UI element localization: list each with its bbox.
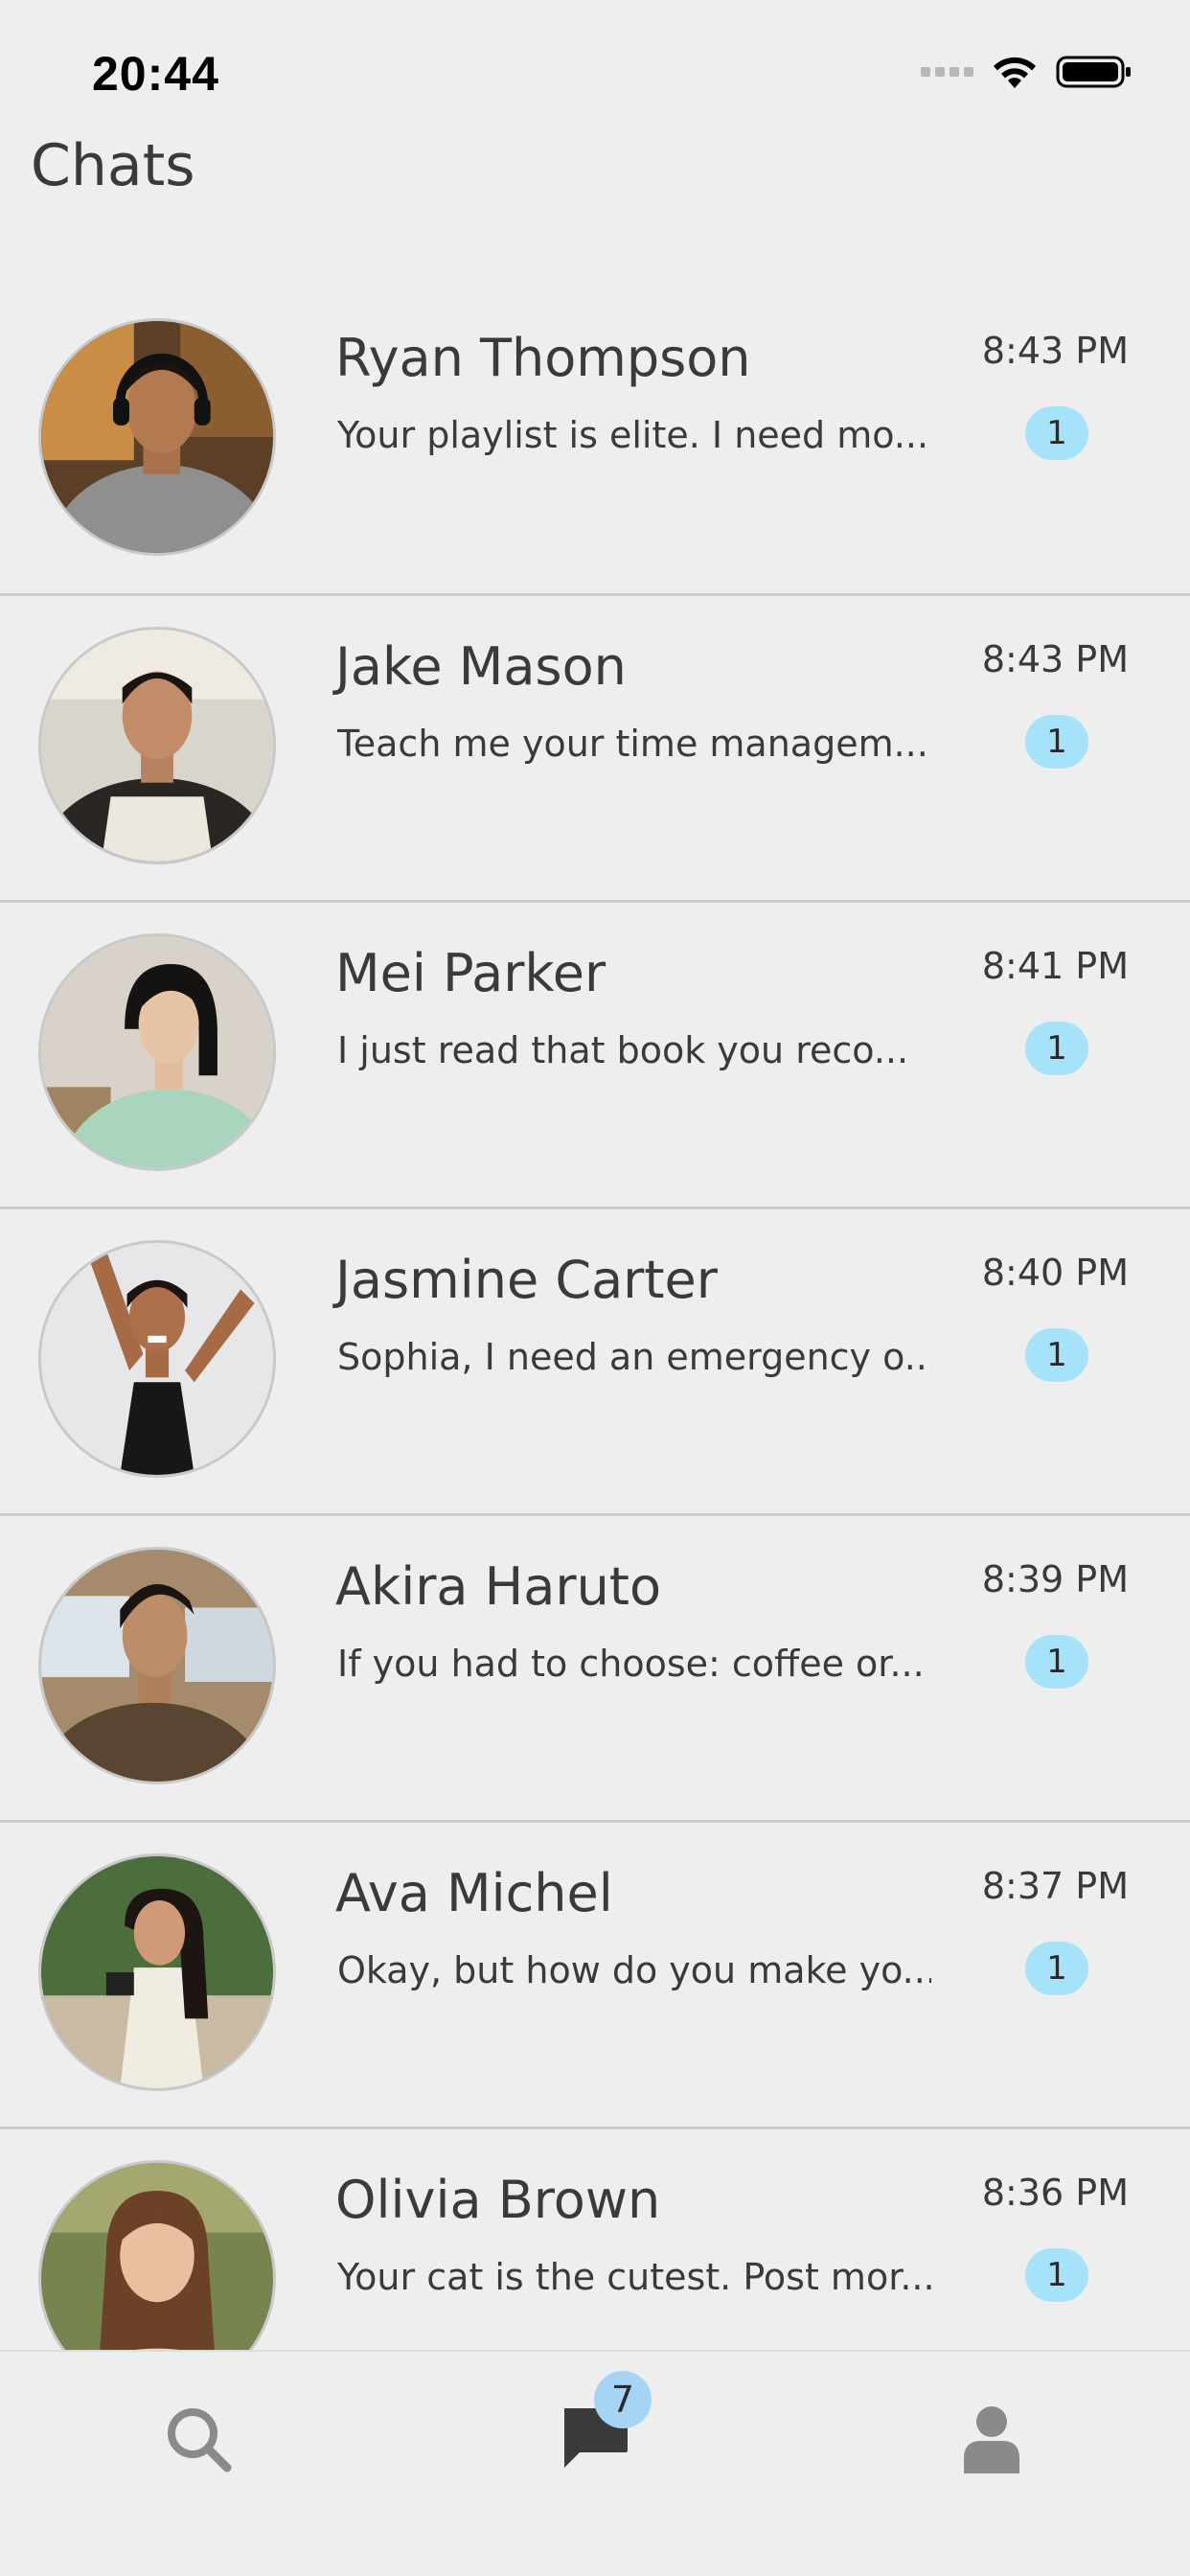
status-icons [921,54,1133,90]
message-preview: Your playlist is elite. I need mo... [337,414,929,456]
chat-row[interactable]: Ryan Thompson Your playlist is elite. I … [0,288,1190,596]
message-preview: I just read that book you reco... [337,1029,909,1071]
chat-row[interactable]: Ava Michel Okay, but how do you make yo.… [0,1823,1190,2129]
message-preview: Your cat is the cutest. Post mor... [337,2256,931,2298]
chat-row[interactable]: Jake Mason Teach me your time managem...… [0,596,1190,903]
message-preview: Teach me your time managem... [337,723,928,765]
unread-badge: 1 [1025,1635,1088,1689]
chat-row[interactable]: Jasmine Carter Sophia, I need an emergen… [0,1209,1190,1516]
contact-name: Jasmine Carter [335,1250,718,1310]
avatar [38,2160,276,2350]
tab-search[interactable] [146,2386,251,2492]
avatar [38,1853,276,2091]
avatar [38,1240,276,1478]
message-time: 8:41 PM [981,945,1129,987]
avatar [38,933,276,1171]
avatar [38,627,276,864]
contact-name: Olivia Brown [335,2170,661,2230]
avatar [38,318,276,556]
contact-name: Ava Michel [335,1863,613,1923]
status-time: 20:44 [92,47,219,101]
unread-badge: 1 [1025,1328,1088,1382]
message-time: 8:39 PM [981,1558,1129,1600]
chat-row[interactable]: Akira Haruto If you had to choose: coffe… [0,1516,1190,1823]
unread-badge: 1 [1025,1942,1088,1995]
message-preview: Okay, but how do you make yo... [337,1949,931,1991]
chat-list[interactable]: Ryan Thompson Your playlist is elite. I … [0,288,1190,2350]
message-time: 8:40 PM [981,1252,1129,1294]
contact-name: Mei Parker [335,943,606,1003]
status-bar: 20:44 [0,0,1190,144]
contact-name: Ryan Thompson [335,328,751,388]
chat-row[interactable]: Mei Parker I just read that book you rec… [0,903,1190,1209]
unread-badge: 1 [1025,715,1088,769]
tab-profile[interactable] [939,2386,1044,2492]
message-time: 8:43 PM [981,330,1129,372]
search-icon [168,2408,232,2472]
person-icon [964,2406,1019,2473]
unread-badge: 1 [1025,2248,1088,2302]
message-preview: If you had to choose: coffee or... [337,1643,925,1685]
signal-icon [921,67,973,77]
chats-badge: 7 [594,2371,652,2428]
message-preview: Sophia, I need an emergency o... [337,1336,931,1378]
message-time: 8:37 PM [981,1865,1129,1907]
tab-bar: 7 [0,2350,1190,2576]
contact-name: Jake Mason [335,636,627,697]
unread-badge: 1 [1025,406,1088,460]
chat-row[interactable]: Olivia Brown Your cat is the cutest. Pos… [0,2129,1190,2350]
message-time: 8:36 PM [981,2172,1129,2214]
battery-icon [1056,56,1131,88]
message-time: 8:43 PM [981,638,1129,680]
unread-badge: 1 [1025,1022,1088,1075]
avatar [38,1547,276,1784]
page-title: Chats [31,132,195,199]
contact-name: Akira Haruto [335,1556,662,1617]
wifi-icon [994,57,1036,88]
